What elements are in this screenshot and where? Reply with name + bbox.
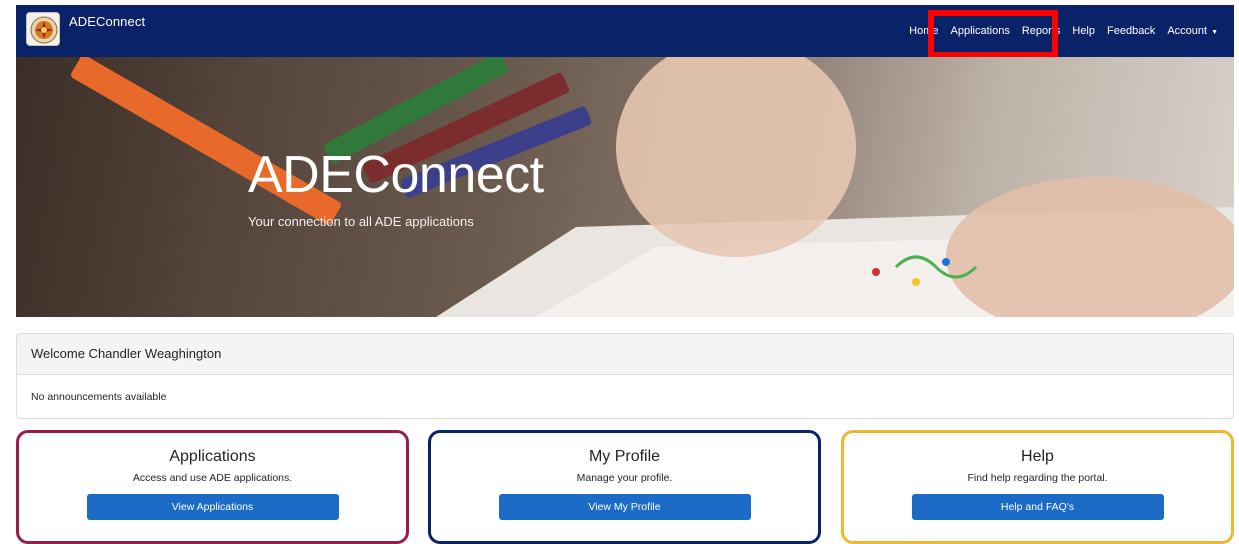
nav-account-label: Account: [1167, 25, 1208, 37]
top-navbar: ADEConnect Home Applications Reports Hel…: [16, 5, 1234, 57]
welcome-card: Welcome Chandler Weaghington No announce…: [16, 333, 1234, 419]
hero-title: ADEConnect: [248, 146, 544, 204]
hero-background-image: [71, 57, 1234, 317]
brand[interactable]: ADEConnect: [26, 12, 145, 46]
applications-card-description: Access and use ADE applications.: [132, 472, 293, 484]
nav-feedback[interactable]: Feedback: [1107, 25, 1155, 37]
applications-card-title: Applications: [169, 448, 256, 465]
my-profile-card: My Profile Manage your profile. View My …: [428, 430, 821, 544]
hero-banner: ADEConnect Your connection to all ADE ap…: [16, 57, 1234, 317]
view-applications-button[interactable]: View Applications: [86, 494, 339, 520]
nav-reports[interactable]: Reports: [1022, 25, 1061, 37]
my-profile-card-title: My Profile: [588, 448, 661, 465]
nav-account-dropdown[interactable]: Account ▼: [1167, 25, 1218, 37]
hero-subtitle: Your connection to all ADE applications: [248, 214, 474, 229]
nav-home[interactable]: Home: [909, 25, 938, 37]
help-card-description: Find help regarding the portal.: [967, 472, 1108, 484]
announcements-text: No announcements available: [31, 391, 167, 403]
help-and-faqs-button[interactable]: Help and FAQ's: [911, 494, 1164, 520]
applications-card: Applications Access and use ADE applicat…: [16, 430, 409, 544]
view-my-profile-button[interactable]: View My Profile: [498, 494, 751, 520]
nav-help[interactable]: Help: [1072, 25, 1095, 37]
ade-seal-logo: [26, 12, 60, 46]
my-profile-card-description: Manage your profile.: [576, 472, 673, 484]
nav-applications[interactable]: Applications: [951, 25, 1010, 37]
welcome-heading: Welcome Chandler Weaghington: [17, 334, 1233, 375]
brand-name: ADEConnect: [69, 14, 146, 29]
help-card-title: Help: [1021, 448, 1054, 465]
main-nav: Home Applications Reports Help Feedback …: [897, 25, 1218, 37]
help-card: Help Find help regarding the portal. Hel…: [841, 430, 1234, 544]
caret-down-icon: ▼: [1211, 29, 1218, 36]
